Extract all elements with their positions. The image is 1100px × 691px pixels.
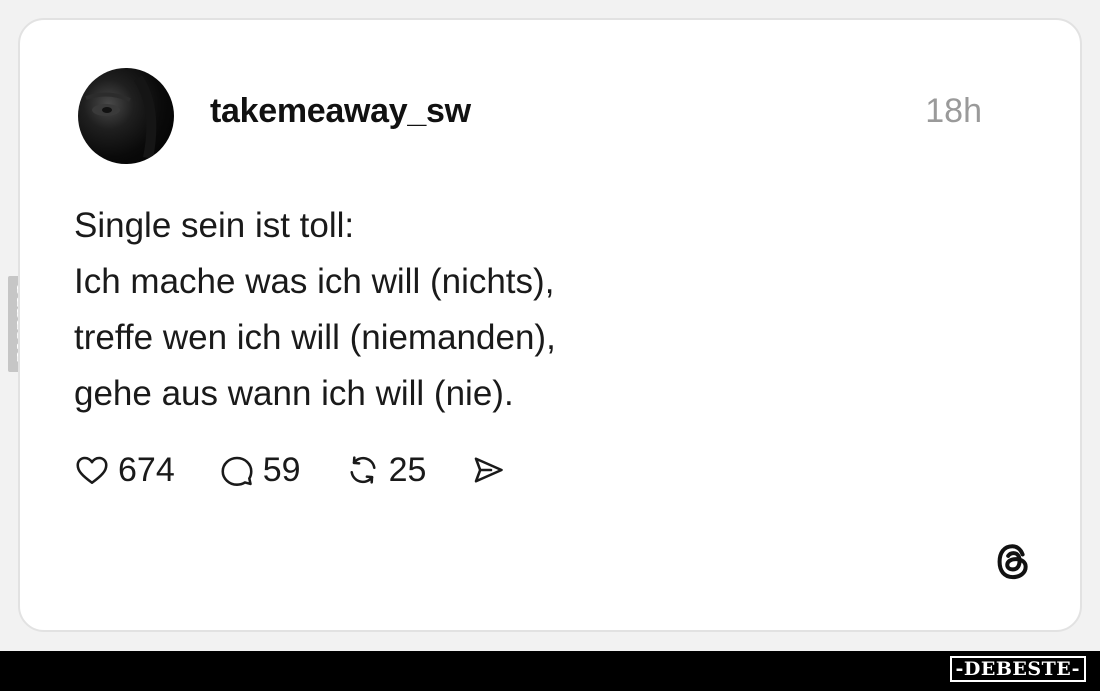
- post-card: takemeaway_sw 18h Single sein ist toll: …: [18, 18, 1082, 632]
- like-button[interactable]: 674: [74, 451, 175, 490]
- share-button[interactable]: [470, 452, 506, 488]
- comment-bubble-icon: [221, 456, 253, 486]
- footer-bar: -DEBESTE-: [0, 651, 1100, 691]
- post-text: Single sein ist toll: Ich mache was ich …: [74, 198, 894, 422]
- post-text-line: gehe aus wann ich will (nie).: [74, 374, 514, 413]
- avatar[interactable]: [78, 68, 174, 164]
- footer-watermark: -DEBESTE-: [949, 656, 1086, 682]
- threads-logo-icon: [997, 544, 1028, 580]
- post-text-line: Ich mache was ich will (nichts),: [74, 262, 555, 301]
- repost-icon: [350, 456, 376, 484]
- repost-count: 25: [388, 450, 427, 489]
- send-icon: [475, 457, 504, 483]
- post-text-line: Single sein ist toll:: [74, 206, 355, 245]
- repost-button[interactable]: 25: [345, 450, 427, 490]
- username[interactable]: takemeaway_sw: [210, 92, 471, 131]
- comment-count: 59: [262, 450, 301, 489]
- post-actions: 674 59 25: [74, 448, 550, 492]
- heart-icon: [76, 456, 108, 485]
- comment-button[interactable]: 59: [219, 451, 301, 490]
- post-text-line: treffe wen ich will (niemanden),: [74, 318, 556, 357]
- like-count: 674: [118, 450, 175, 489]
- avatar-image: [85, 75, 157, 159]
- post-timestamp: 18h: [925, 92, 982, 130]
